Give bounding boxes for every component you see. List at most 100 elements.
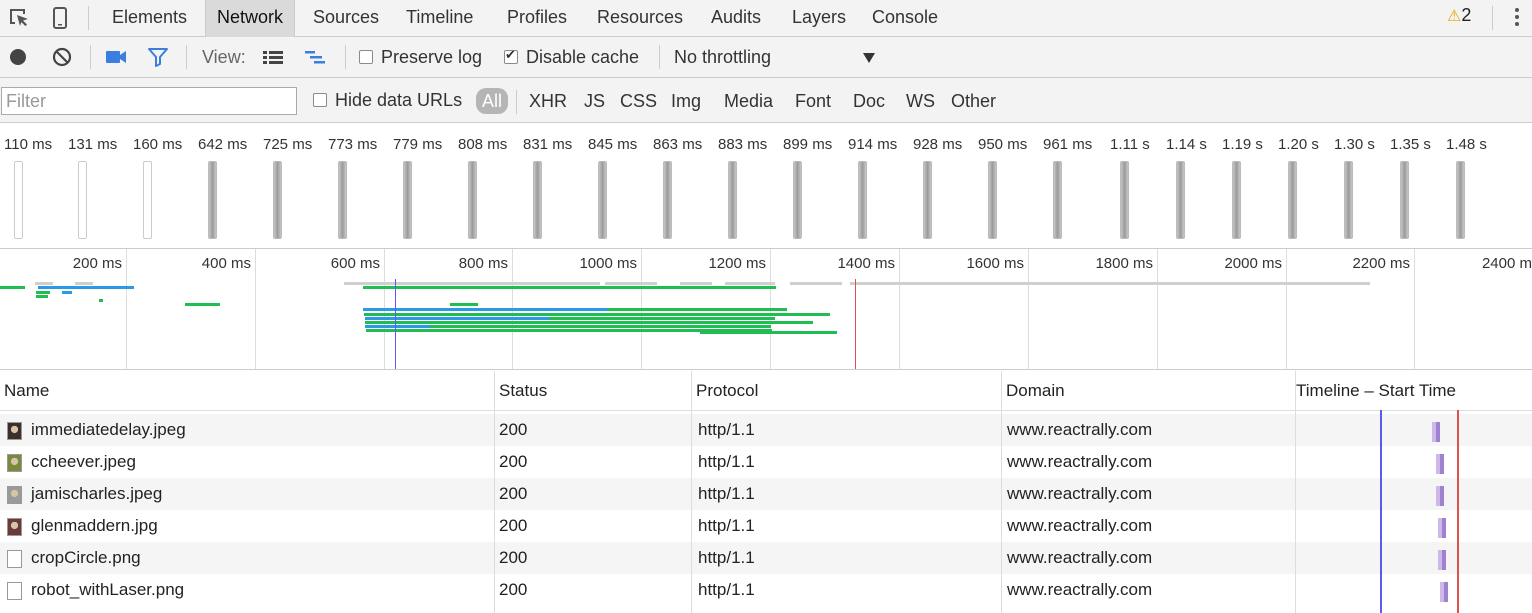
tab-timeline[interactable]: Timeline xyxy=(395,0,484,37)
divider xyxy=(88,6,89,30)
filter-type-font[interactable]: Font xyxy=(789,88,837,114)
table-row[interactable]: immediatedelay.jpeg 200 http/1.1 www.reactr… xyxy=(0,414,1532,446)
tab-audits[interactable]: Audits xyxy=(700,0,772,37)
warnings-badge[interactable]: ⚠2 xyxy=(1447,5,1471,26)
frame-thumbnail[interactable] xyxy=(1120,161,1129,239)
filter-type-ws[interactable]: WS xyxy=(900,88,941,114)
column-header-timeline[interactable]: Timeline – Start Time xyxy=(1292,371,1532,411)
overview-tick-label: 2200 ms xyxy=(1352,255,1410,272)
divider xyxy=(516,90,517,114)
tab-profiles[interactable]: Profiles xyxy=(496,0,578,37)
column-divider xyxy=(1001,371,1002,613)
frame-thumbnail[interactable] xyxy=(663,161,672,239)
frame-thumbnail[interactable] xyxy=(468,161,477,239)
request-name: robot_withLaser.png xyxy=(31,580,185,599)
frame-timestamp: 914 ms xyxy=(848,136,898,153)
tab-sources[interactable]: Sources xyxy=(302,0,390,37)
frame-thumbnail[interactable] xyxy=(1400,161,1409,239)
capture-screenshots-icon[interactable] xyxy=(104,45,128,69)
frame-thumbnail[interactable] xyxy=(598,161,607,239)
frame-thumbnail[interactable] xyxy=(793,161,802,239)
dropdown-arrow-icon[interactable] xyxy=(862,52,876,64)
filter-type-other[interactable]: Other xyxy=(945,88,1002,114)
filter-bar: Hide data URLs All XHR JS CSS Img Media … xyxy=(0,78,1532,123)
frame-thumbnail[interactable] xyxy=(533,161,542,239)
large-rows-icon[interactable] xyxy=(261,45,285,69)
table-row[interactable]: glenmaddern.jpg 200 http/1.1 www.reactrally… xyxy=(0,510,1532,542)
frame-thumbnail[interactable] xyxy=(728,161,737,239)
network-toolbar: View: Preserve log Disable cache No thro… xyxy=(0,37,1532,78)
frame-thumbnail[interactable] xyxy=(1456,161,1465,239)
filter-type-all[interactable]: All xyxy=(476,88,509,114)
file-thumbnail-icon xyxy=(7,486,22,504)
request-activity-bar xyxy=(99,299,103,302)
tab-network[interactable]: Network xyxy=(205,0,296,37)
frame-thumbnail[interactable] xyxy=(858,161,867,239)
request-activity-bar xyxy=(725,282,775,285)
disable-cache-label: Disable cache xyxy=(526,47,640,67)
frame-timestamp: 110 ms xyxy=(4,136,53,153)
column-header-name[interactable]: Name xyxy=(0,371,494,411)
more-options-icon[interactable] xyxy=(1511,4,1523,30)
clear-icon[interactable] xyxy=(50,45,74,69)
request-activity-bar xyxy=(700,331,837,334)
frame-thumbnail[interactable] xyxy=(988,161,997,239)
device-mode-icon[interactable] xyxy=(47,6,73,30)
frame-thumbnail[interactable] xyxy=(1176,161,1185,239)
table-row[interactable]: jamischarles.jpeg 200 http/1.1 www.reactral… xyxy=(0,478,1532,510)
filter-input[interactable] xyxy=(1,87,297,115)
column-divider xyxy=(691,371,692,613)
request-activity-bar xyxy=(549,317,775,320)
frame-thumbnail[interactable] xyxy=(1232,161,1241,239)
table-row[interactable]: ccheever.jpeg 200 http/1.1 www.reactrally.c… xyxy=(0,446,1532,478)
frame-thumbnail[interactable] xyxy=(14,161,23,239)
timeline-bar xyxy=(1432,422,1440,442)
column-header-protocol[interactable]: Protocol xyxy=(692,371,1001,411)
tab-console[interactable]: Console xyxy=(861,0,949,37)
table-row[interactable]: cropCircle.png 200 http/1.1 www.reactrally.… xyxy=(0,542,1532,574)
column-header-domain[interactable]: Domain xyxy=(1002,371,1295,411)
column-header-status[interactable]: Status xyxy=(495,371,691,411)
frame-timestamp: 642 ms xyxy=(198,136,248,153)
frame-thumbnail[interactable] xyxy=(923,161,932,239)
inspect-element-icon[interactable] xyxy=(7,6,33,30)
frame-thumbnail[interactable] xyxy=(403,161,412,239)
request-protocol: http/1.1 xyxy=(698,580,755,599)
tab-layers[interactable]: Layers xyxy=(781,0,857,37)
frame-thumbnail[interactable] xyxy=(143,161,152,239)
preserve-log-checkbox[interactable] xyxy=(359,50,373,64)
request-activity-bar xyxy=(812,282,842,285)
tab-elements[interactable]: Elements xyxy=(101,0,198,37)
frame-timestamp: 1.30 s xyxy=(1334,136,1375,153)
filter-type-media[interactable]: Media xyxy=(718,88,779,114)
waterfall-overview-icon[interactable] xyxy=(303,45,327,69)
request-protocol: http/1.1 xyxy=(698,452,755,471)
overview-tick-label: 1800 ms xyxy=(1095,255,1153,272)
frame-timestamp: 863 ms xyxy=(653,136,703,153)
throttling-select[interactable]: No throttling xyxy=(674,47,771,68)
filter-type-xhr[interactable]: XHR xyxy=(523,88,573,114)
disable-cache-checkbox[interactable] xyxy=(504,47,518,64)
filter-type-img[interactable]: Img xyxy=(665,88,707,114)
frame-thumbnail[interactable] xyxy=(338,161,347,239)
filter-type-css[interactable]: CSS xyxy=(614,88,663,114)
table-row[interactable]: robot_withLaser.png 200 http/1.1 www.reactr… xyxy=(0,574,1532,606)
hide-data-urls-label: Hide data URLs xyxy=(335,90,463,110)
frame-thumbnail[interactable] xyxy=(273,161,282,239)
frame-thumbnail[interactable] xyxy=(1053,161,1062,239)
hide-data-urls-checkbox[interactable] xyxy=(313,93,327,107)
filter-type-doc[interactable]: Doc xyxy=(847,88,891,114)
filter-icon[interactable] xyxy=(146,45,170,69)
frame-thumbnail[interactable] xyxy=(78,161,87,239)
tab-resources[interactable]: Resources xyxy=(586,0,694,37)
frame-thumbnail[interactable] xyxy=(1344,161,1353,239)
divider xyxy=(90,45,91,69)
request-domain: www.reactrally.com xyxy=(1007,516,1153,535)
record-icon[interactable] xyxy=(6,45,30,69)
request-activity-bar xyxy=(75,282,93,285)
frame-thumbnail[interactable] xyxy=(1288,161,1297,239)
request-name: jamischarles.jpeg xyxy=(31,484,163,503)
filter-type-js[interactable]: JS xyxy=(578,88,611,114)
frame-thumbnail[interactable] xyxy=(208,161,217,239)
devtools-tab-bar: Elements Network Sources Timeline Profil… xyxy=(0,0,1532,37)
